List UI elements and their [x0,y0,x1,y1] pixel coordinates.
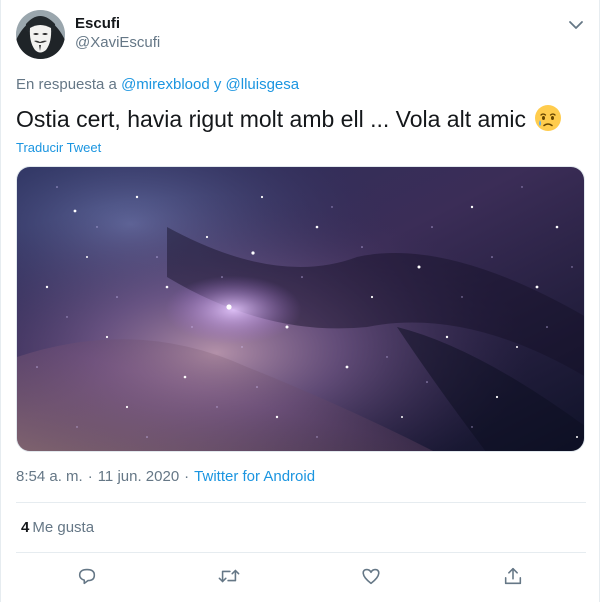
author-avatar[interactable] [16,10,65,59]
tweet-body: Ostia cert, havia rigut molt amb ell ...… [16,106,527,132]
likes-count: 4 [21,519,30,536]
tweet-time[interactable]: 8:54 a. m. [16,468,83,485]
tweet-text: Ostia cert, havia rigut molt amb ell ...… [16,103,586,135]
mention-link[interactable]: @lluisgesa [226,76,300,93]
author-names: Escufi @XaviEscufi [75,15,160,53]
tweet-source-link[interactable]: Twitter for Android [194,468,315,485]
divider [16,552,586,553]
tweet-meta: 8:54 a. m. · 11 jun. 2020 · Twitter for Andr… [16,467,315,487]
divider [16,502,586,503]
chevron-down-icon[interactable] [567,16,585,34]
tweet-detail-card: Escufi @XaviEscufi En respuesta a @mirex… [0,0,600,602]
crying-face-emoji-icon [534,104,562,132]
likes-stat[interactable]: 4 Me gusta [21,518,94,538]
tweet-actions-bar [1,563,600,593]
mention-link[interactable]: @mirexblood [121,76,210,93]
tweet-date[interactable]: 11 jun. 2020 [98,468,179,485]
reply-icon[interactable] [74,563,100,589]
reply-context: En respuesta a @mirexblood y @lluisgesa [16,75,299,95]
retweet-icon[interactable] [216,563,242,589]
author-handle[interactable]: @XaviEscufi [75,33,160,53]
heart-icon[interactable] [358,563,384,589]
meta-separator: · [87,468,93,485]
reply-prefix: En respuesta a [16,76,117,93]
tweet-media-image[interactable] [16,166,585,452]
galaxy-starfield-image [17,167,584,451]
tweet-header: Escufi @XaviEscufi [16,10,588,60]
share-icon[interactable] [500,563,526,589]
meta-separator: · [184,468,190,485]
reply-conjunction: y [213,76,222,93]
author-display-name[interactable]: Escufi [75,15,160,33]
translate-tweet-link[interactable]: Traducir Tweet [16,139,101,157]
likes-label: Me gusta [32,519,95,536]
anonymous-mask-icon [16,10,65,59]
